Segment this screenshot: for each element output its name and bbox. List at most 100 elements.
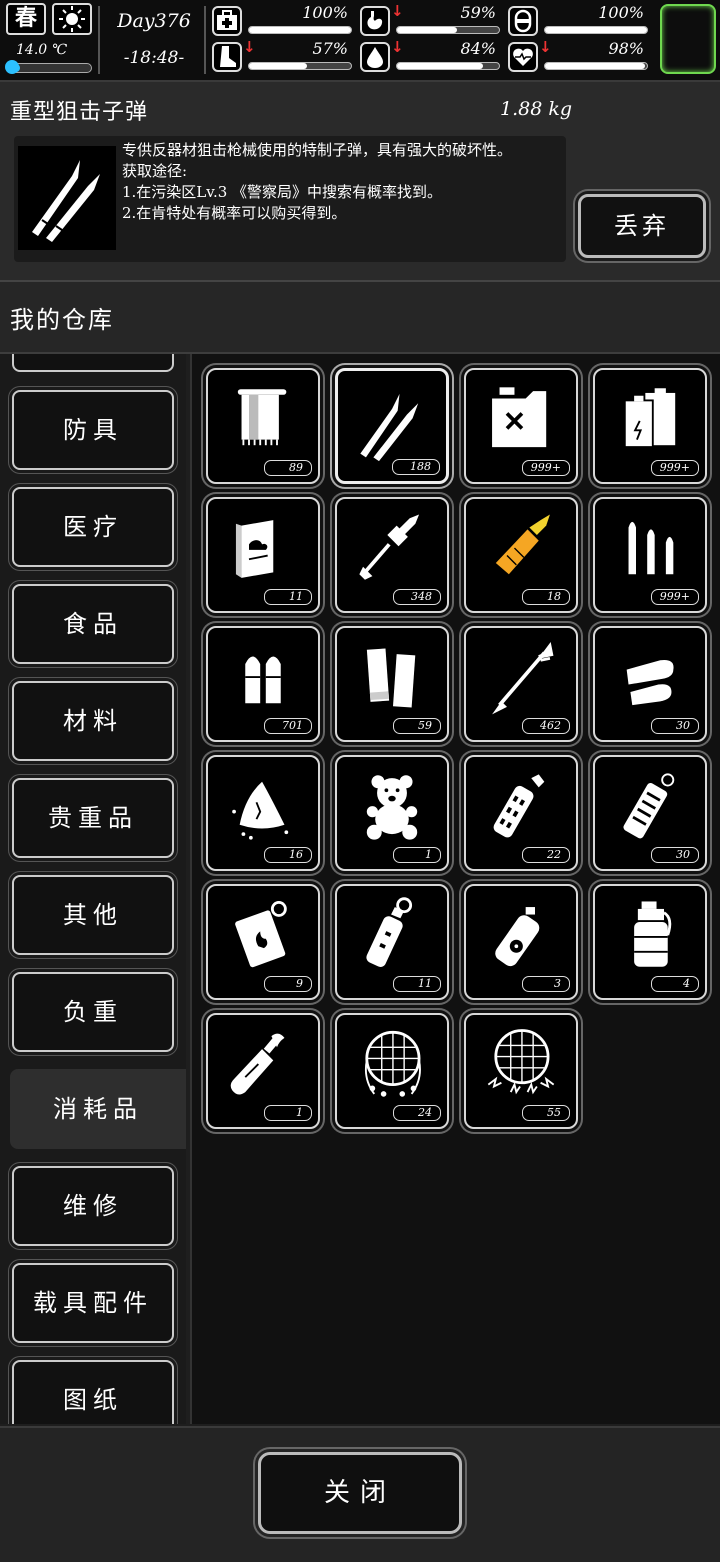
inventory-slot[interactable]: 4 xyxy=(593,884,707,1000)
pill-icon xyxy=(508,6,538,36)
category-tab[interactable]: 维修 xyxy=(12,1166,174,1246)
inventory-slot[interactable]: 9 xyxy=(206,884,320,1000)
inventory-slot[interactable]: 22 xyxy=(464,755,578,871)
category-tab[interactable]: 医疗 xyxy=(12,487,174,567)
category-sidebar[interactable]: 防具医疗食品材料贵重品其他负重消耗品维修载具配件图纸 xyxy=(0,354,186,1424)
flashbang-icon xyxy=(493,774,545,838)
category-tab[interactable]: 负重 xyxy=(12,972,174,1052)
teddy-bear-icon xyxy=(366,775,418,840)
water-drop-icon xyxy=(360,42,390,72)
category-tab[interactable]: 载具配件 xyxy=(12,1263,174,1343)
item-count-badge: 16 xyxy=(264,847,312,863)
incendiary-grenade-icon xyxy=(235,901,287,968)
stat-hunger: ↓ 59% xyxy=(360,2,500,38)
stomach-icon xyxy=(360,6,390,36)
clock: -18:48- xyxy=(123,48,185,68)
category-tab[interactable]: 食品 xyxy=(12,584,174,664)
item-count-badge: 24 xyxy=(393,1105,441,1121)
inventory-slot[interactable]: 30 xyxy=(593,755,707,871)
inventory-slot[interactable]: 188 xyxy=(335,368,449,484)
category-tab[interactable]: 消耗品 xyxy=(10,1069,186,1149)
shotgun-shells-icon xyxy=(366,648,416,708)
temperature-label: 14.0 ℃ xyxy=(16,42,68,58)
rpg-rocket-icon xyxy=(359,514,420,580)
inventory-slot[interactable]: 701 xyxy=(206,626,320,742)
toxic-grenade-icon xyxy=(495,907,540,967)
inventory-slot[interactable]: 999+ xyxy=(593,497,707,613)
net-icon xyxy=(364,1030,421,1097)
item-count-badge: 999+ xyxy=(650,460,699,476)
warehouse-title: 我的仓库 xyxy=(10,306,114,334)
footer: 关闭 xyxy=(0,1426,720,1562)
item-count-badge: 1 xyxy=(393,847,441,863)
stun-grenade-icon xyxy=(623,773,675,839)
pistol-bullets-icon xyxy=(245,656,281,704)
category-tab-partial[interactable] xyxy=(12,354,174,372)
inventory-slot[interactable]: 1 xyxy=(335,755,449,871)
item-detail-panel: 重型狙击子弹 1.88 kg 专供反器材狙击枪械使用的特制子弹，具有强大的破坏性… xyxy=(0,82,720,282)
jerrycan-icon xyxy=(492,387,547,448)
item-count-badge: 11 xyxy=(264,589,312,605)
inventory-slot[interactable]: 348 xyxy=(335,497,449,613)
inventory-slot[interactable]: 11 xyxy=(206,497,320,613)
category-tab[interactable]: 其他 xyxy=(12,875,174,955)
item-count-badge: 348 xyxy=(393,589,441,605)
sun-icon xyxy=(52,3,92,35)
item-count-badge: 11 xyxy=(393,976,441,992)
quick-slot-button[interactable] xyxy=(660,4,716,74)
inventory-slot[interactable]: 89 xyxy=(206,368,320,484)
wet-rag-icon xyxy=(232,781,289,840)
inventory-slot[interactable]: 1 xyxy=(206,1013,320,1129)
stat-mood: ↓ 98% xyxy=(508,38,648,74)
inventory-slot[interactable]: 11 xyxy=(335,884,449,1000)
inventory-slot[interactable]: 16 xyxy=(206,755,320,871)
item-name: 重型狙击子弹 xyxy=(10,100,149,125)
item-count-badge: 1 xyxy=(264,1105,312,1121)
inventory-slot[interactable]: 30 xyxy=(593,626,707,742)
stat-leg: ↓ 57% xyxy=(212,38,352,74)
inventory-slot[interactable]: 18 xyxy=(464,497,578,613)
stat-health: 100% xyxy=(212,4,352,38)
batteries-icon xyxy=(623,388,676,448)
slugs-icon xyxy=(626,660,674,706)
golden-rocket-icon xyxy=(495,514,550,575)
item-count-badge: 462 xyxy=(522,718,570,734)
inventory-slot[interactable]: 999+ xyxy=(464,368,578,484)
inventory-slot[interactable]: 59 xyxy=(335,626,449,742)
item-count-badge: 701 xyxy=(264,718,312,734)
category-tab[interactable]: 材料 xyxy=(12,681,174,761)
status-bar: 春 14.0 ℃ Day376 -18:48- 100% ↓ 59% 100% … xyxy=(0,0,720,82)
item-description-box: 专供反器材狙击枪械使用的特制子弹，具有强大的破坏性。 获取途径: 1.在污染区L… xyxy=(14,136,566,262)
item-count-badge: 59 xyxy=(393,718,441,734)
item-count-badge: 4 xyxy=(651,976,699,992)
close-button[interactable]: 关闭 xyxy=(258,1452,462,1534)
category-tab[interactable]: 防具 xyxy=(12,390,174,470)
item-count-badge: 22 xyxy=(522,847,570,863)
towel-icon xyxy=(237,389,287,446)
item-count-badge: 55 xyxy=(522,1105,570,1121)
arrow-icon xyxy=(492,641,554,715)
item-count-badge: 188 xyxy=(392,459,440,475)
frag-grenade-icon xyxy=(634,901,672,967)
item-count-badge: 18 xyxy=(522,589,570,605)
inventory-slot[interactable]: 3 xyxy=(464,884,578,1000)
item-count-badge: 30 xyxy=(651,847,699,863)
discard-button[interactable]: 丢弃 xyxy=(578,194,706,258)
inventory-grid[interactable]: 89 188 999+ 999+ 11 348 18 999+ 701 59 462 30 16 1 22 3… xyxy=(190,354,720,1424)
molotov-icon xyxy=(230,1033,285,1095)
item-count-badge: 9 xyxy=(264,976,312,992)
category-tab[interactable]: 贵重品 xyxy=(12,778,174,858)
rifle-bullets-icon xyxy=(628,521,674,575)
electric-net-icon xyxy=(487,1029,555,1095)
inventory-slot[interactable]: 462 xyxy=(464,626,578,742)
item-count-badge: 999+ xyxy=(650,589,699,605)
inventory-slot[interactable]: 24 xyxy=(335,1013,449,1129)
item-description: 专供反器材狙击枪械使用的特制子弹，具有强大的破坏性。 获取途径: 1.在污染区L… xyxy=(122,141,513,222)
inventory-slot[interactable]: 55 xyxy=(464,1013,578,1129)
item-count-badge: 999+ xyxy=(521,460,570,476)
smoke-grenade-icon xyxy=(366,897,413,967)
warehouse-header: 我的仓库 xyxy=(0,282,720,354)
category-tab[interactable]: 图纸 xyxy=(12,1360,174,1424)
inventory-slot[interactable]: 999+ xyxy=(593,368,707,484)
item-count-badge: 89 xyxy=(264,460,312,476)
